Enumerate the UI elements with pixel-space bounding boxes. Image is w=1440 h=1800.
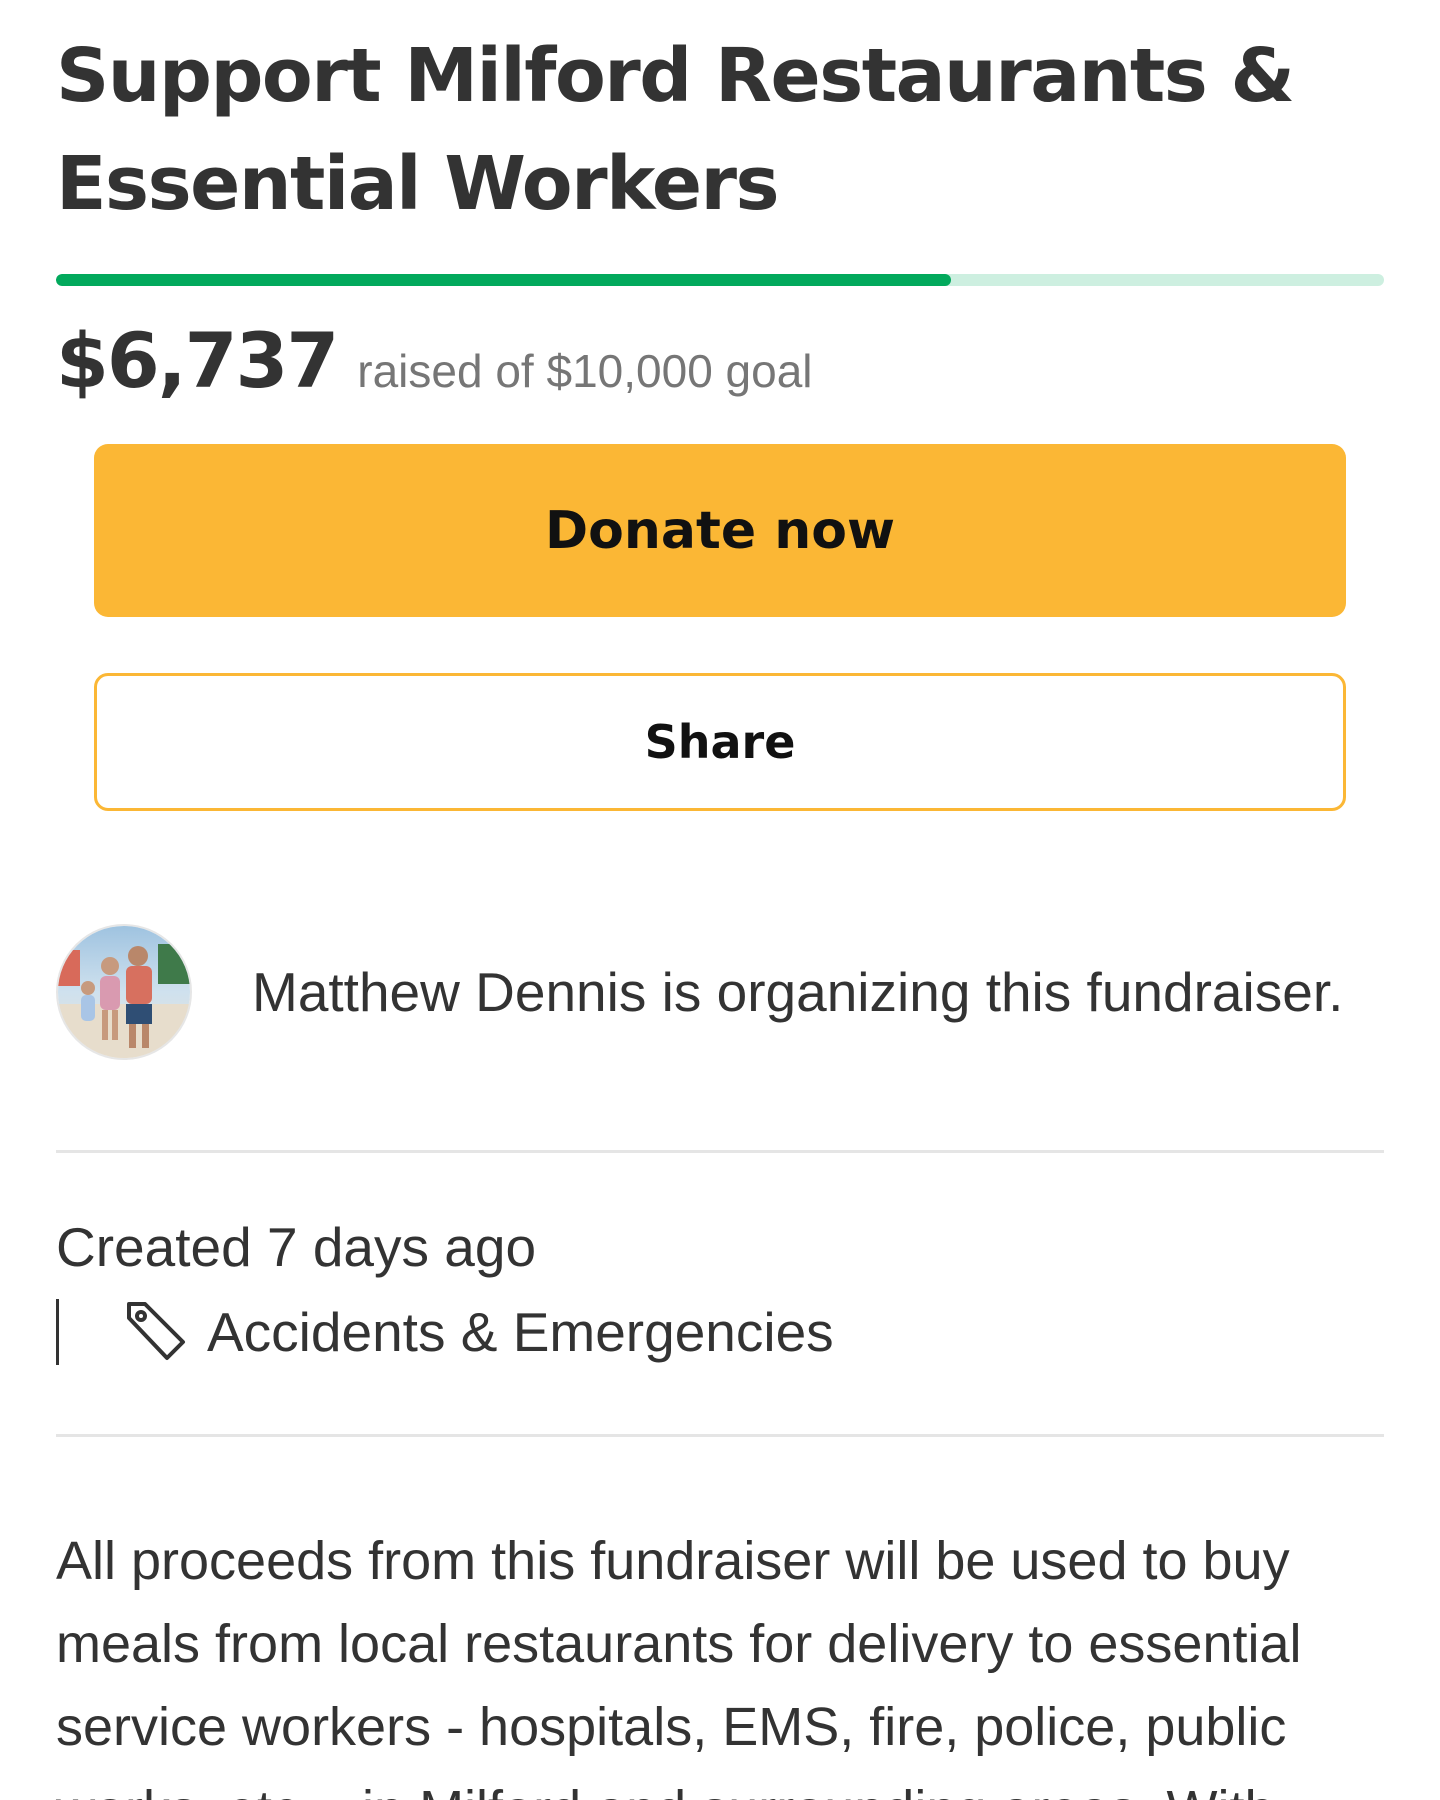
category-link[interactable]: Accidents & Emergencies [207, 1300, 834, 1364]
campaign-page: Support Milford Restaurants & Essential … [0, 0, 1440, 1800]
organizer-row: Matthew Dennis is organizing this fundra… [56, 924, 1384, 1060]
tag-icon [127, 1302, 185, 1360]
separator [56, 1299, 59, 1365]
amount-raised: $6,737 [56, 316, 339, 405]
avatar-photo-icon [58, 926, 190, 1058]
progress-bar-fill [56, 274, 951, 286]
campaign-title: Support Milford Restaurants & Essential … [56, 33, 1295, 227]
avatar[interactable] [56, 924, 192, 1060]
amount-summary: $6,737 raised of $10,000 goal [56, 316, 813, 405]
share-button[interactable]: Share [94, 673, 1346, 811]
category-row: Accidents & Emergencies [56, 1296, 834, 1368]
divider [56, 1150, 1384, 1153]
created-date: Created 7 days ago [56, 1216, 537, 1278]
donate-now-button[interactable]: Donate now [94, 444, 1346, 617]
organizer-text: Matthew Dennis is organizing this fundra… [252, 961, 1344, 1023]
progress-bar [56, 274, 1384, 286]
goal-text: raised of $10,000 goal [357, 345, 813, 397]
story-text: All proceeds from this fundraiser will b… [56, 1531, 1302, 1800]
divider [56, 1434, 1384, 1437]
